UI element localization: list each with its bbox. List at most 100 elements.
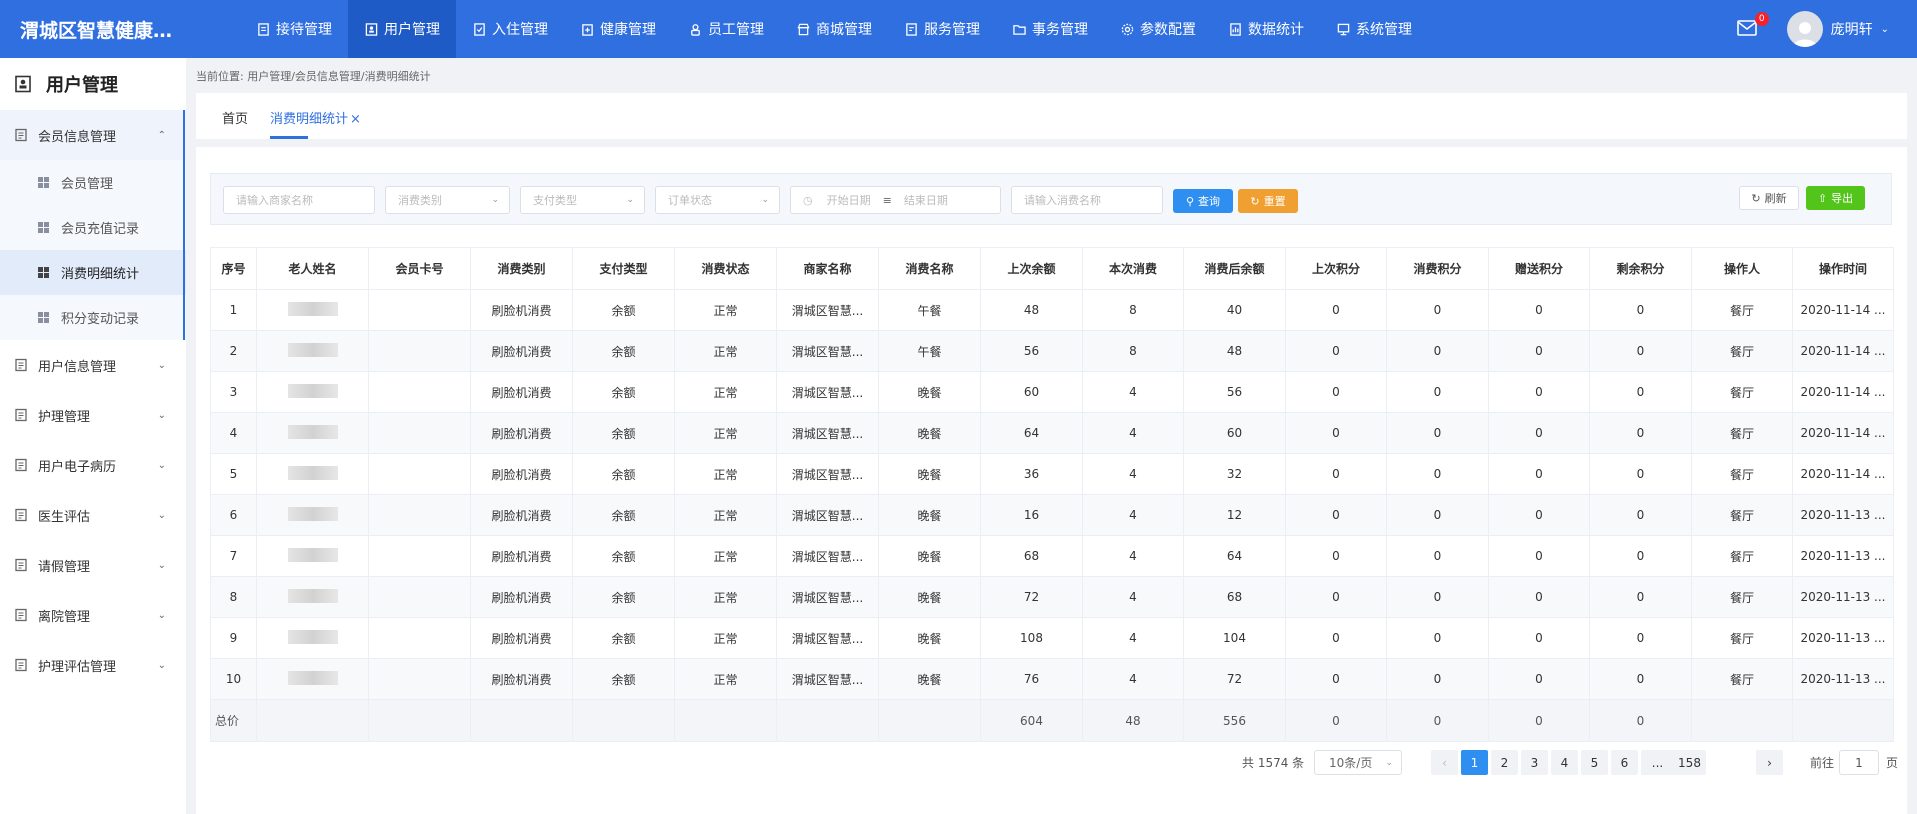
sidebar-group-5[interactable]: 请假管理 ⌄ xyxy=(0,540,186,590)
page-button[interactable]: 3 xyxy=(1521,750,1548,775)
nav-item-service[interactable]: 服务管理 xyxy=(888,0,996,58)
table-cell: 2020-11-13 ... xyxy=(1792,617,1894,659)
document-icon xyxy=(14,458,28,472)
table-row[interactable]: 4 刷脸机消费 余额 正常 渭城区智慧... 晚餐 64 4 60 0 0 0 0 餐厅 2020-11-1… xyxy=(210,412,1894,454)
sidebar-group-3[interactable]: 用户电子病历 ⌄ xyxy=(0,440,186,490)
table-cell: 5 xyxy=(210,453,257,495)
column-header[interactable]: 序号 xyxy=(210,247,257,290)
nav-item-config[interactable]: 参数配置 xyxy=(1104,0,1212,58)
sidebar-group-4[interactable]: 医生评估 ⌄ xyxy=(0,490,186,540)
chevron-left-icon: ‹ xyxy=(1442,755,1447,770)
column-header[interactable]: 上次余额 xyxy=(980,247,1083,290)
nav-item-stats[interactable]: 数据统计 xyxy=(1212,0,1320,58)
table-cell: 2020-11-13 ... xyxy=(1792,576,1894,618)
column-header[interactable]: 本次消费 xyxy=(1082,247,1184,290)
sidebar-item-0-2[interactable]: 消费明细统计 xyxy=(0,250,186,295)
page-button[interactable]: 4 xyxy=(1551,750,1578,775)
column-header[interactable]: 上次积分 xyxy=(1285,247,1387,290)
page-size-select[interactable]: 10条/页 ⌄ xyxy=(1314,750,1402,775)
page-button[interactable]: 5 xyxy=(1581,750,1608,775)
sidebar-group-7[interactable]: 护理评估管理 ⌄ xyxy=(0,640,186,690)
column-header[interactable]: 消费状态 xyxy=(674,247,777,290)
sidebar-item-0-0[interactable]: 会员管理 xyxy=(0,160,186,205)
chevron-down-icon[interactable]: ⌄ xyxy=(1881,24,1889,35)
merchant-name-input[interactable]: 请输入商家名称 xyxy=(223,186,375,214)
pay-type-select[interactable]: 支付类型 ⌄ xyxy=(520,186,645,214)
column-header[interactable]: 消费类别 xyxy=(470,247,573,290)
sidebar-group-1[interactable]: 用户信息管理 ⌄ xyxy=(0,340,186,390)
nav-item-staff[interactable]: 员工管理 xyxy=(672,0,780,58)
export-button[interactable]: ⇧ 导出 xyxy=(1806,186,1865,210)
column-header[interactable]: 操作人 xyxy=(1691,247,1793,290)
goto-page-input[interactable]: 1 xyxy=(1839,750,1879,775)
table-cell: 0 xyxy=(1589,494,1692,536)
nav-item-shop[interactable]: 商城管理 xyxy=(780,0,888,58)
nav-item-checkin[interactable]: 入住管理 xyxy=(456,0,564,58)
sidebar-group-2[interactable]: 护理管理 ⌄ xyxy=(0,390,186,440)
page-button[interactable]: 1 xyxy=(1461,750,1488,775)
table-row[interactable]: 2 刷脸机消费 余额 正常 渭城区智慧... 午餐 56 8 48 0 0 0 0 餐厅 2020-11-1… xyxy=(210,330,1894,372)
table-row[interactable]: 1 刷脸机消费 余额 正常 渭城区智慧... 午餐 48 8 40 0 0 0 0 餐厅 2020-11-1… xyxy=(210,289,1894,331)
table-row[interactable]: 10 刷脸机消费 余额 正常 渭城区智慧... 晚餐 76 4 72 0 0 0 0 餐厅 2020-11-… xyxy=(210,658,1894,700)
date-range-picker[interactable]: ◷ 开始日期 ≡ 结束日期 xyxy=(790,186,1001,214)
nav-item-reception[interactable]: 接待管理 xyxy=(240,0,348,58)
order-status-select[interactable]: 订单状态 ⌄ xyxy=(655,186,780,214)
mail-button[interactable]: 0 xyxy=(1736,12,1769,38)
close-icon[interactable]: × xyxy=(350,112,361,127)
next-page-button[interactable]: › xyxy=(1756,750,1783,775)
nav-item-label: 参数配置 xyxy=(1140,22,1196,38)
page-size-label: 10条/页 xyxy=(1329,756,1373,770)
tab-consume-detail[interactable]: 消费明细统计 × xyxy=(270,108,361,139)
table-cell: 刷脸机消费 xyxy=(470,330,573,372)
column-header[interactable]: 剩余积分 xyxy=(1589,247,1692,290)
table-row[interactable]: 6 刷脸机消费 余额 正常 渭城区智慧... 晚餐 16 4 12 0 0 0 0 餐厅 2020-11-1… xyxy=(210,494,1894,536)
sidebar-group-6[interactable]: 离院管理 ⌄ xyxy=(0,590,186,640)
table-cell: 餐厅 xyxy=(1691,617,1793,659)
column-header[interactable]: 老人姓名 xyxy=(256,247,369,290)
table-cell xyxy=(368,576,471,618)
end-date-input[interactable]: 结束日期 xyxy=(904,192,948,208)
page-button[interactable]: 158 xyxy=(1673,750,1706,775)
sidebar-item-0-1[interactable]: 会员充值记录 xyxy=(0,205,186,250)
column-header[interactable]: 消费名称 xyxy=(878,247,981,290)
column-header[interactable]: 支付类型 xyxy=(572,247,675,290)
table-row[interactable]: 3 刷脸机消费 余额 正常 渭城区智慧... 晚餐 60 4 56 0 0 0 0 餐厅 2020-11-1… xyxy=(210,371,1894,413)
sidebar-group-label: 医生评估 xyxy=(38,509,91,525)
sidebar-group-0[interactable]: 会员信息管理 ⌃ xyxy=(0,110,186,160)
table-row[interactable]: 7 刷脸机消费 余额 正常 渭城区智慧... 晚餐 68 4 64 0 0 0 0 餐厅 2020-11-1… xyxy=(210,535,1894,577)
table-cell: 余额 xyxy=(572,658,675,700)
prev-page-button[interactable]: ‹ xyxy=(1431,750,1458,775)
table-row[interactable]: 5 刷脸机消费 余额 正常 渭城区智慧... 晚餐 36 4 32 0 0 0 0 餐厅 2020-11-1… xyxy=(210,453,1894,495)
query-button[interactable]: ⚲ 查询 xyxy=(1173,189,1233,213)
summary-cell xyxy=(878,699,981,742)
sidebar-item-0-3[interactable]: 积分变动记录 xyxy=(0,295,186,340)
column-header[interactable]: 赠送积分 xyxy=(1488,247,1590,290)
table-cell: 餐厅 xyxy=(1691,658,1793,700)
reset-button[interactable]: ↻ 重置 xyxy=(1238,189,1298,213)
nav-item-system[interactable]: 系统管理 xyxy=(1320,0,1428,58)
more-pages-icon[interactable]: ... xyxy=(1641,750,1674,775)
chevron-down-icon: ⌄ xyxy=(157,509,166,521)
start-date-input[interactable]: 开始日期 xyxy=(827,192,871,208)
tab-home[interactable]: 首页 xyxy=(222,108,248,139)
table-row[interactable]: 9 刷脸机消费 余额 正常 渭城区智慧... 晚餐 108 4 104 0 0 0 0 餐厅 2020-11… xyxy=(210,617,1894,659)
column-header[interactable]: 操作时间 xyxy=(1792,247,1894,290)
table-cell: 0 xyxy=(1386,330,1489,372)
user-name[interactable]: 庞明轩 xyxy=(1831,19,1873,39)
table-row[interactable]: 8 刷脸机消费 余额 正常 渭城区智慧... 晚餐 72 4 68 0 0 0 0 餐厅 2020-11-1… xyxy=(210,576,1894,618)
column-header[interactable]: 消费后余额 xyxy=(1183,247,1286,290)
nav-item-folder[interactable]: 事务管理 xyxy=(996,0,1104,58)
table-cell: 0 xyxy=(1488,535,1590,577)
column-header[interactable]: 消费积分 xyxy=(1386,247,1489,290)
refresh-button[interactable]: ↻ 刷新 xyxy=(1739,186,1799,210)
nav-item-user-manage[interactable]: 用户管理 xyxy=(348,0,456,58)
refresh-button-label: 刷新 xyxy=(1764,192,1787,205)
avatar[interactable] xyxy=(1786,11,1823,47)
column-header[interactable]: 商家名称 xyxy=(776,247,879,290)
page-button[interactable]: 2 xyxy=(1491,750,1518,775)
column-header[interactable]: 会员卡号 xyxy=(368,247,471,290)
page-button[interactable]: 6 xyxy=(1611,750,1638,775)
nav-item-health[interactable]: 健康管理 xyxy=(564,0,672,58)
consume-name-input[interactable]: 请输入消费名称 xyxy=(1011,186,1163,214)
category-select[interactable]: 消费类别 ⌄ xyxy=(385,186,510,214)
